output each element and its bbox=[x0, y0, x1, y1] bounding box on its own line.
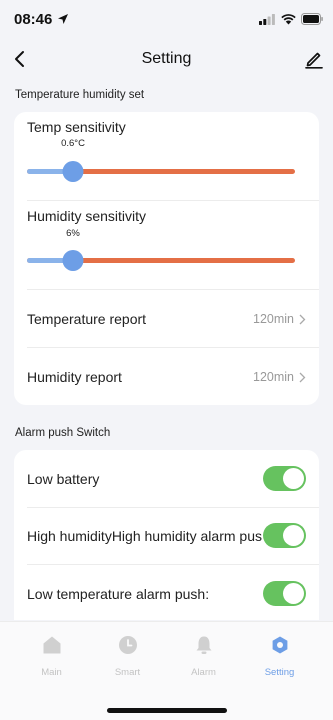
toggle-knob bbox=[283, 468, 304, 489]
humidity-report-value: 120min bbox=[253, 370, 294, 384]
tab-main-label: Main bbox=[41, 667, 62, 678]
tab-bar: Main Smart Alarm Setting bbox=[0, 621, 333, 720]
clock-icon bbox=[119, 636, 137, 654]
humidity-sensitivity-block: Humidity sensitivity 6% bbox=[14, 201, 319, 289]
sensor-settings-card: Temp sensitivity 0.6°C Humidity sensitiv… bbox=[14, 112, 319, 405]
alarm-switches-card: Low battery High humidityHigh humidity a… bbox=[14, 450, 319, 620]
humidity-sensitivity-thumb[interactable] bbox=[62, 250, 84, 271]
tab-main[interactable]: Main bbox=[10, 622, 93, 692]
humidity-report-row[interactable]: Humidity report 120min bbox=[14, 348, 319, 405]
high-humidity-alarm-toggle[interactable] bbox=[263, 523, 306, 548]
low-battery-row: Low battery bbox=[14, 450, 319, 507]
humidity-sensitivity-label: Humidity sensitivity bbox=[27, 208, 147, 224]
tab-alarm[interactable]: Alarm bbox=[162, 622, 245, 692]
edit-pencil-icon[interactable] bbox=[305, 49, 323, 69]
bell-icon bbox=[196, 636, 212, 654]
chevron-right-icon bbox=[299, 372, 306, 383]
low-battery-label: Low battery bbox=[27, 471, 100, 487]
tab-setting[interactable]: Setting bbox=[238, 622, 321, 692]
home-indicator bbox=[107, 708, 227, 713]
tab-setting-label: Setting bbox=[264, 667, 295, 678]
gear-icon bbox=[272, 636, 288, 654]
cellular-signal-icon bbox=[259, 14, 275, 25]
wifi-icon bbox=[281, 14, 296, 25]
low-temperature-alarm-row: Low temperature alarm push: bbox=[14, 565, 319, 620]
humidity-sensitivity-value: 6% bbox=[66, 228, 80, 239]
tab-smart[interactable]: Smart bbox=[86, 622, 169, 692]
temperature-report-label: Temperature report bbox=[27, 311, 147, 327]
temp-sensitivity-label: Temp sensitivity bbox=[27, 119, 126, 135]
temp-sensitivity-block: Temp sensitivity 0.6°C bbox=[14, 112, 319, 200]
high-humidity-alarm-row: High humidityHigh humidity alarm push bbox=[14, 508, 319, 564]
low-battery-toggle[interactable] bbox=[263, 466, 306, 491]
chevron-right-icon bbox=[299, 314, 306, 325]
low-temperature-alarm-toggle[interactable] bbox=[263, 581, 306, 606]
temperature-report-value: 120min bbox=[253, 312, 294, 326]
temp-sensitivity-thumb[interactable] bbox=[62, 161, 84, 182]
toggle-knob bbox=[283, 583, 304, 604]
status-bar: 08:46 bbox=[0, 0, 333, 40]
status-time: 08:46 bbox=[14, 11, 53, 28]
location-arrow-icon bbox=[58, 14, 68, 24]
temp-sensitivity-value: 0.6°C bbox=[61, 138, 85, 149]
humidity-sensitivity-slider[interactable] bbox=[27, 250, 295, 271]
humidity-report-label: Humidity report bbox=[27, 369, 122, 385]
tab-alarm-label: Alarm bbox=[191, 667, 216, 678]
section-title-sensors: Temperature humidity set bbox=[15, 89, 145, 101]
section-title-alarm: Alarm push Switch bbox=[15, 427, 111, 439]
temp-sensitivity-slider[interactable] bbox=[27, 161, 295, 182]
tab-smart-label: Smart bbox=[114, 667, 141, 678]
temperature-report-row[interactable]: Temperature report 120min bbox=[14, 290, 319, 347]
toggle-knob bbox=[283, 525, 304, 546]
page-title: Setting bbox=[141, 50, 192, 67]
home-icon bbox=[43, 636, 61, 654]
low-temperature-alarm-label: Low temperature alarm push: bbox=[27, 586, 210, 602]
nav-bar: Setting bbox=[0, 40, 333, 80]
high-humidity-alarm-label: High humidityHigh humidity alarm push bbox=[27, 528, 262, 544]
battery-icon bbox=[301, 13, 323, 25]
